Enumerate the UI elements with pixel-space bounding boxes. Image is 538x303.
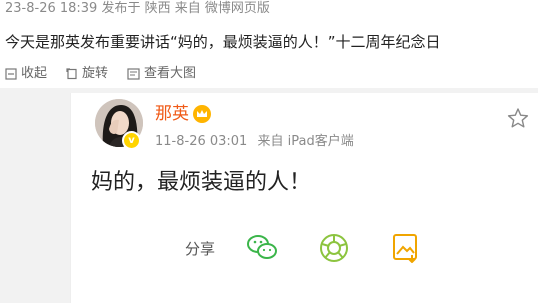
view-large-label: 查看大图 [144, 66, 197, 81]
collapse-label: 收起 [21, 66, 48, 81]
rotate-button[interactable]: 旋转 [66, 65, 108, 83]
image-toolbar: 收起 旋转 查看大图 [5, 65, 196, 83]
collapse-button[interactable]: 收起 [5, 65, 47, 83]
crown-icon [193, 105, 211, 123]
post-text: 今天是那英发布重要讲话“妈的，最烦装逼的人！”十二周年纪念日 [5, 33, 441, 51]
verified-badge-icon: v [122, 131, 141, 150]
moments-icon[interactable] [317, 231, 351, 265]
wechat-icon[interactable] [245, 231, 279, 265]
view-large-button[interactable]: 查看大图 [127, 65, 196, 83]
post-timestamp-source: 11-8-26 03:01 来自 iPad客户端 [155, 133, 354, 151]
timestamp: 11-8-26 03:01 [155, 134, 248, 149]
save-image-icon[interactable] [389, 231, 423, 265]
embedded-post-content: 妈的，最烦装逼的人！ [91, 170, 312, 195]
author-name[interactable]: 那英 [155, 103, 189, 125]
image-margin [0, 93, 70, 303]
collapse-icon [5, 68, 17, 80]
rotate-label: 旋转 [82, 66, 109, 81]
embedded-screenshot[interactable]: v 那英 11-8-26 03:01 来自 iPad客户端 妈的，最烦装逼的人！… [70, 93, 538, 303]
share-row: 分享 [185, 231, 461, 265]
share-label: 分享 [185, 239, 216, 258]
rotate-icon [66, 68, 78, 80]
view-large-icon [127, 68, 140, 80]
author-name-row: 那英 [155, 103, 211, 125]
post-meta: 23-8-26 18:39 发布于 陕西 来自 微博网页版 [5, 1, 270, 16]
source: 来自 iPad客户端 [257, 134, 354, 149]
favorite-star-icon[interactable] [507, 107, 529, 133]
